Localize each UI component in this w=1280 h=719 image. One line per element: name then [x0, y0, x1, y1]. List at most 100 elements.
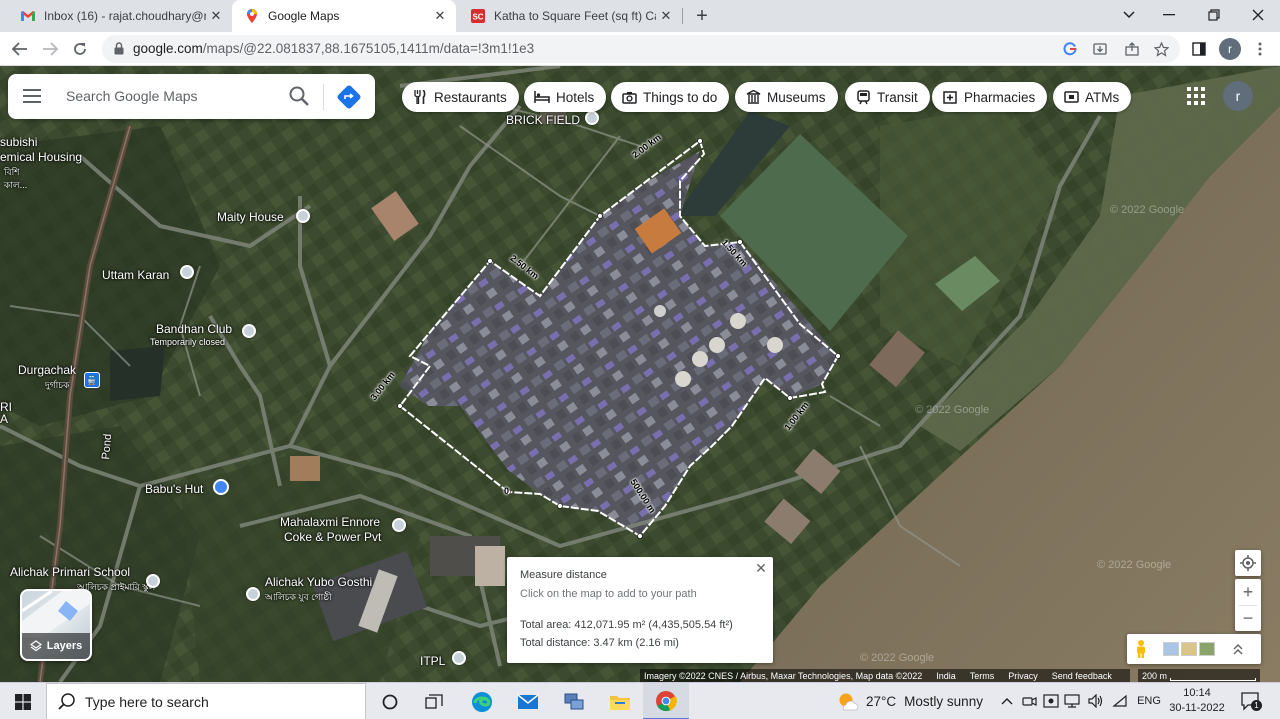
chevron-up-icon[interactable] [1233, 643, 1243, 655]
map-canvas[interactable]: © 2022 Google © 2022 Google © 2022 Googl… [0, 66, 1280, 682]
chip-hotels[interactable]: Hotels [524, 82, 607, 112]
place-pin-icon[interactable] [585, 111, 599, 125]
terms-link[interactable]: Terms [970, 671, 995, 681]
place-label[interactable]: Alichak Primari School [10, 565, 130, 579]
taskbar-search[interactable] [46, 683, 366, 719]
google-apps-icon[interactable] [1186, 86, 1206, 106]
my-location-button[interactable] [1235, 550, 1261, 576]
satellite-thumb[interactable] [1199, 642, 1215, 656]
back-button[interactable] [8, 37, 32, 61]
place-label[interactable]: Babu's Hut [145, 482, 203, 496]
chrome-app[interactable] [643, 683, 689, 719]
side-panel-icon[interactable] [1189, 39, 1209, 59]
send-feedback-link[interactable]: Send feedback [1052, 671, 1112, 681]
place-label[interactable]: Maity House [217, 210, 284, 224]
train-station-icon[interactable]: 🚆 [84, 372, 100, 388]
app-tray-icon[interactable] [1042, 692, 1060, 710]
close-window-button[interactable] [1236, 0, 1280, 30]
close-tab-icon[interactable]: ✕ [206, 6, 226, 26]
chip-transit[interactable]: Transit [845, 82, 930, 112]
tab-gmail[interactable]: Inbox (16) - rajat.choudhary@rka ✕ [8, 0, 232, 32]
zoom-out-button[interactable]: − [1235, 605, 1261, 631]
privacy-link[interactable]: Privacy [1008, 671, 1038, 681]
close-icon[interactable]: ✕ [753, 560, 769, 576]
place-label[interactable]: Alichak Yubo Gosthi [265, 575, 372, 589]
place-label[interactable]: Uttam Karan [102, 268, 169, 282]
install-app-icon[interactable] [1090, 39, 1110, 59]
hotel-pin-icon[interactable] [213, 479, 229, 495]
mail-app[interactable] [505, 683, 551, 719]
place-label[interactable]: Durgachak [18, 363, 76, 377]
restore-button[interactable] [1192, 0, 1236, 30]
tab-search-button[interactable] [1107, 0, 1151, 30]
task-view-button[interactable] [411, 683, 457, 719]
forward-button[interactable] [38, 37, 62, 61]
place-pin-icon[interactable] [146, 574, 160, 588]
speaker-volume-icon[interactable] [1087, 692, 1105, 710]
notification-center-button[interactable]: 1 [1240, 691, 1262, 711]
map-thumb[interactable] [1163, 642, 1179, 656]
total-distance: Total distance: 3.47 km (2.16 mi) [520, 637, 679, 649]
google-lens-icon[interactable] [1060, 39, 1080, 59]
place-pin-icon[interactable] [242, 324, 256, 338]
lock-icon[interactable] [114, 42, 124, 55]
new-tab-button[interactable]: + [690, 4, 714, 28]
file-explorer-app[interactable] [597, 683, 643, 719]
measure-title: Measure distance [520, 569, 607, 581]
browser-menu-icon[interactable] [1250, 39, 1270, 59]
input-language[interactable]: ENG [1136, 692, 1162, 710]
place-pin-icon[interactable] [246, 587, 260, 601]
chip-label: Transit [877, 89, 918, 105]
bookmark-star-icon[interactable] [1151, 39, 1171, 59]
place-pin-icon[interactable] [296, 209, 310, 223]
share-icon[interactable] [1122, 39, 1142, 59]
profile-avatar[interactable]: r [1219, 38, 1241, 60]
country-link[interactable]: India [936, 671, 956, 681]
minimize-button[interactable] [1147, 0, 1191, 30]
terrain-thumb[interactable] [1181, 642, 1197, 656]
edge-app[interactable] [459, 683, 505, 719]
scale-label: 200 m [1142, 670, 1168, 681]
place-label[interactable]: Mahalaxmi Ennore [280, 515, 380, 529]
place-pin-icon[interactable] [392, 518, 406, 532]
meet-now-icon[interactable] [1021, 692, 1039, 710]
close-tab-icon[interactable]: ✕ [430, 6, 450, 26]
place-label[interactable]: Bandhan Club [156, 322, 232, 336]
tab-katha-calculator[interactable]: SC Katha to Square Feet (sq ft) Calcu ✕ [458, 0, 682, 32]
search-icon[interactable] [288, 85, 310, 107]
show-hidden-icons-chevron-up-icon[interactable] [998, 692, 1016, 710]
reload-button[interactable] [68, 37, 92, 61]
network-wired-icon[interactable] [1063, 692, 1081, 710]
layers-label: Layers [22, 633, 90, 659]
place-sublabel: দুর্গাচক [45, 380, 70, 390]
chip-label: Things to do [643, 89, 718, 105]
chip-pharmacies[interactable]: Pharmacies [932, 82, 1048, 112]
chip-restaurants[interactable]: Restaurants [402, 82, 519, 112]
place-pin-icon[interactable] [452, 651, 466, 665]
account-avatar[interactable]: r [1223, 81, 1253, 111]
place-label[interactable]: BRICK FIELD [506, 113, 580, 127]
directions-icon[interactable] [336, 84, 362, 110]
place-pin-icon[interactable] [180, 265, 194, 279]
chip-atms[interactable]: ATMs [1053, 82, 1132, 112]
atm-icon [1063, 89, 1079, 105]
mini-layer-thumbnails[interactable] [1163, 642, 1215, 656]
place-label[interactable]: ITPL [420, 654, 445, 668]
search-input[interactable] [66, 88, 276, 104]
tab-google-maps[interactable]: Google Maps ✕ [232, 0, 456, 32]
close-tab-icon[interactable]: ✕ [656, 6, 676, 26]
address-bar[interactable]: google.com/maps/@22.081837,88.1675105,14… [102, 35, 1180, 63]
cortana-button[interactable] [367, 683, 413, 719]
start-button[interactable] [0, 683, 46, 719]
chip-things-to-do[interactable]: Things to do [611, 82, 730, 112]
layers-button[interactable]: Layers [20, 589, 92, 661]
chip-museums[interactable]: Museums [735, 82, 838, 112]
weather-widget[interactable]: 27°C Mostly sunny [836, 683, 983, 719]
hamburger-menu-icon[interactable] [23, 87, 43, 105]
taskbar-search-input[interactable] [85, 693, 345, 710]
wifi-icon[interactable] [1111, 692, 1129, 710]
clock[interactable]: 10:14 30-11-2022 [1168, 686, 1226, 716]
zoom-in-button[interactable]: + [1235, 579, 1261, 605]
pegman-icon[interactable] [1133, 639, 1149, 659]
network-app[interactable] [551, 683, 597, 719]
